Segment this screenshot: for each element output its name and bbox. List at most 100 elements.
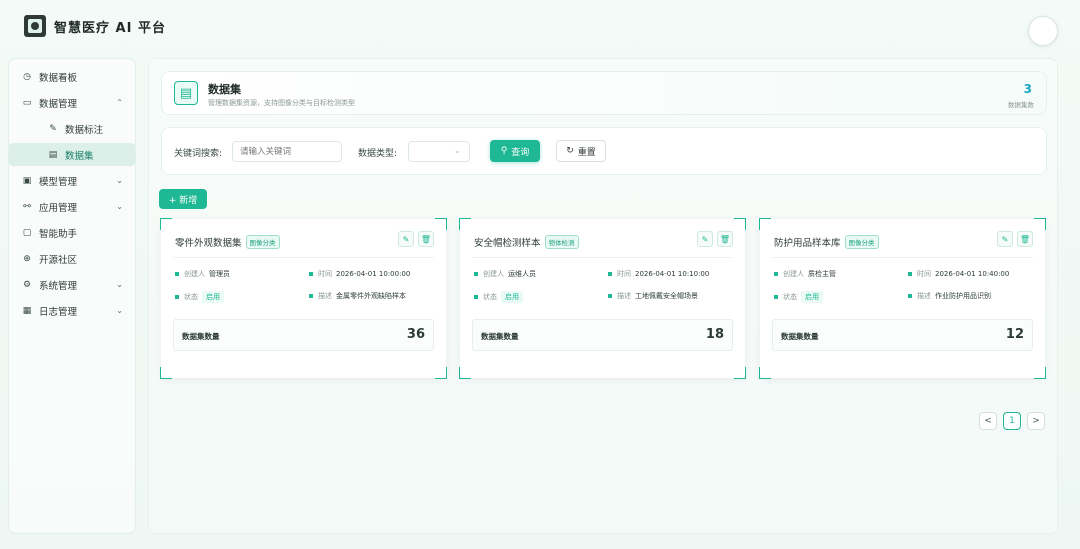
time-field: 时间 2026-04-01 10:40:00: [908, 269, 1009, 279]
creator-label: 创建人: [783, 270, 804, 278]
desc-field: 描述 作业防护用品识别: [908, 291, 991, 301]
desc-label: 描述: [617, 292, 631, 300]
creator-label: 创建人: [483, 270, 504, 278]
delete-icon[interactable]: 🗑: [418, 231, 434, 247]
desc-label: 描述: [917, 292, 931, 300]
dashboard-icon: ◷: [23, 71, 31, 82]
count-label: 数据集数量: [481, 332, 519, 341]
keyword-input[interactable]: [232, 141, 342, 162]
search-bar: 关键词搜索: 数据类型: ⌄ ⚲ 查询 ↻ 重置: [161, 127, 1047, 175]
dataset-icon: ▤: [48, 149, 58, 160]
reset-button[interactable]: ↻ 重置: [556, 140, 606, 162]
database-icon: ▭: [22, 97, 32, 108]
time-label: 时间: [917, 270, 931, 278]
creator-field: 创建人 质检主管: [774, 269, 836, 279]
keyword-label: 关键词搜索:: [174, 149, 223, 159]
next-page-button[interactable]: >: [1027, 412, 1045, 430]
community-icon: ⊕: [23, 253, 31, 264]
prev-page-button[interactable]: <: [979, 412, 997, 430]
card-title: 零件外观数据集: [175, 238, 242, 249]
creator-label: 创建人: [184, 270, 205, 278]
chevron-down-icon: ⌄: [116, 280, 123, 289]
desc-field: 描述 金属零件外观缺陷样本: [309, 291, 406, 301]
type-tag: 图像分类: [844, 235, 879, 249]
sidebar-item-label: 模型管理: [39, 176, 78, 188]
sidebar-item-label: 日志管理: [39, 306, 78, 318]
desc-value: 作业防护用品识别: [935, 292, 991, 300]
chevron-down-icon: ⌄: [454, 146, 461, 155]
status-badge: 启用: [202, 291, 224, 303]
dataset-card: 安全帽检测样本 物体检测 ✎ 🗑 创建人 运维人员 时间 2026-04-01 10…: [459, 218, 746, 379]
sidebar-item-data-annotation[interactable]: ✎ 数据标注: [9, 117, 135, 140]
count-box: 数据集数量 36: [173, 319, 434, 351]
main-content: ▤ 数据集 管理数据集资源，支持图像分类与目标检测类型 3 数据集数 关键词搜索…: [148, 58, 1058, 534]
sidebar-item-label: 数据管理: [39, 98, 78, 110]
sidebar-item-assistant[interactable]: ▢ 智能助手: [9, 221, 135, 244]
sidebar-item-label: 开源社区: [39, 254, 78, 266]
creator-value: 管理员: [209, 270, 230, 278]
query-button-label: 查询: [511, 147, 530, 158]
creator-value: 运维人员: [508, 270, 536, 278]
sidebar-item-log-management[interactable]: ▦ 日志管理 ⌄: [9, 299, 135, 322]
sidebar-item-label: 应用管理: [39, 202, 78, 214]
app-logo: [24, 15, 46, 37]
sidebar-item-label: 数据集: [65, 150, 94, 162]
edit-icon[interactable]: ✎: [697, 231, 713, 247]
sidebar-item-data-management[interactable]: ▭ 数据管理 ⌃: [9, 91, 135, 114]
dataset-card: 零件外观数据集 图像分类 ✎ 🗑 创建人 管理员 时间 2026-04-01 10:…: [160, 218, 447, 379]
edit-icon[interactable]: ✎: [997, 231, 1013, 247]
page-subtitle: 管理数据集资源，支持图像分类与目标检测类型: [208, 99, 355, 107]
count-label: 数据集数量: [182, 332, 220, 341]
sidebar: ◷ 数据看板 ▭ 数据管理 ⌃ ✎ 数据标注 ▤ 数据集 ▣ 模型管理 ⌄ ⚯ …: [8, 58, 136, 534]
status-badge: 启用: [501, 291, 523, 303]
chevron-down-icon: ⌄: [116, 202, 123, 211]
add-button[interactable]: + 新增: [159, 189, 207, 209]
delete-icon[interactable]: 🗑: [1017, 231, 1033, 247]
time-label: 时间: [318, 270, 332, 278]
sidebar-item-community[interactable]: ⊕ 开源社区: [9, 247, 135, 270]
sidebar-item-system-management[interactable]: ⚙ 系统管理 ⌄: [9, 273, 135, 296]
sidebar-item-dataset[interactable]: ▤ 数据集: [9, 143, 135, 166]
query-button[interactable]: ⚲ 查询: [490, 140, 540, 162]
chevron-up-icon: ⌃: [116, 98, 123, 107]
search-icon: ⚲: [500, 146, 508, 156]
delete-icon[interactable]: 🗑: [717, 231, 733, 247]
count-box: 数据集数量 12: [772, 319, 1033, 351]
settings-icon: ⚙: [22, 279, 32, 290]
desc-label: 描述: [318, 292, 332, 300]
count-box: 数据集数量 18: [472, 319, 733, 351]
sidebar-item-model-management[interactable]: ▣ 模型管理 ⌄: [9, 169, 135, 192]
top-bar: 智慧医疗 AI 平台: [0, 0, 1080, 52]
reset-button-label: 重置: [577, 147, 596, 158]
sidebar-item-app-management[interactable]: ⚯ 应用管理 ⌄: [9, 195, 135, 218]
type-tag: 图像分类: [245, 235, 280, 249]
type-tag: 物体检测: [544, 235, 579, 249]
sidebar-item-label: 系统管理: [39, 280, 78, 292]
time-field: 时间 2026-04-01 10:10:00: [608, 269, 709, 279]
sidebar-item-label: 数据标注: [65, 124, 104, 136]
sidebar-item-label: 数据看板: [39, 72, 78, 84]
creator-value: 质检主管: [808, 270, 836, 278]
sidebar-item-dashboard[interactable]: ◷ 数据看板: [9, 65, 135, 88]
status-field: 状态 启用: [175, 291, 224, 303]
desc-value: 工地佩戴安全帽场景: [635, 292, 698, 300]
count-value: 36: [406, 327, 425, 342]
assistant-icon: ▢: [22, 227, 32, 238]
edit-icon[interactable]: ✎: [398, 231, 414, 247]
app-icon: ⚯: [23, 201, 31, 212]
desc-value: 金属零件外观缺陷样本: [336, 292, 406, 300]
time-value: 2026-04-01 10:40:00: [935, 270, 1010, 278]
time-label: 时间: [617, 270, 631, 278]
dataset-count: 3: [1023, 82, 1032, 96]
card-title: 安全帽检测样本: [474, 238, 541, 249]
avatar[interactable]: [1028, 16, 1058, 46]
page-title: 数据集: [208, 83, 241, 96]
app-title: 智慧医疗 AI 平台: [54, 20, 166, 36]
dataset-card: 防护用品样本库 图像分类 ✎ 🗑 创建人 质检主管 时间 2026-04-01 10…: [759, 218, 1046, 379]
sidebar-item-label: 智能助手: [39, 228, 78, 240]
page-header: ▤ 数据集 管理数据集资源，支持图像分类与目标检测类型 3 数据集数: [161, 71, 1047, 115]
chevron-down-icon: ⌄: [116, 306, 123, 315]
count-value: 12: [1005, 327, 1024, 342]
time-field: 时间 2026-04-01 10:00:00: [309, 269, 410, 279]
page-1-button[interactable]: 1: [1003, 412, 1021, 430]
